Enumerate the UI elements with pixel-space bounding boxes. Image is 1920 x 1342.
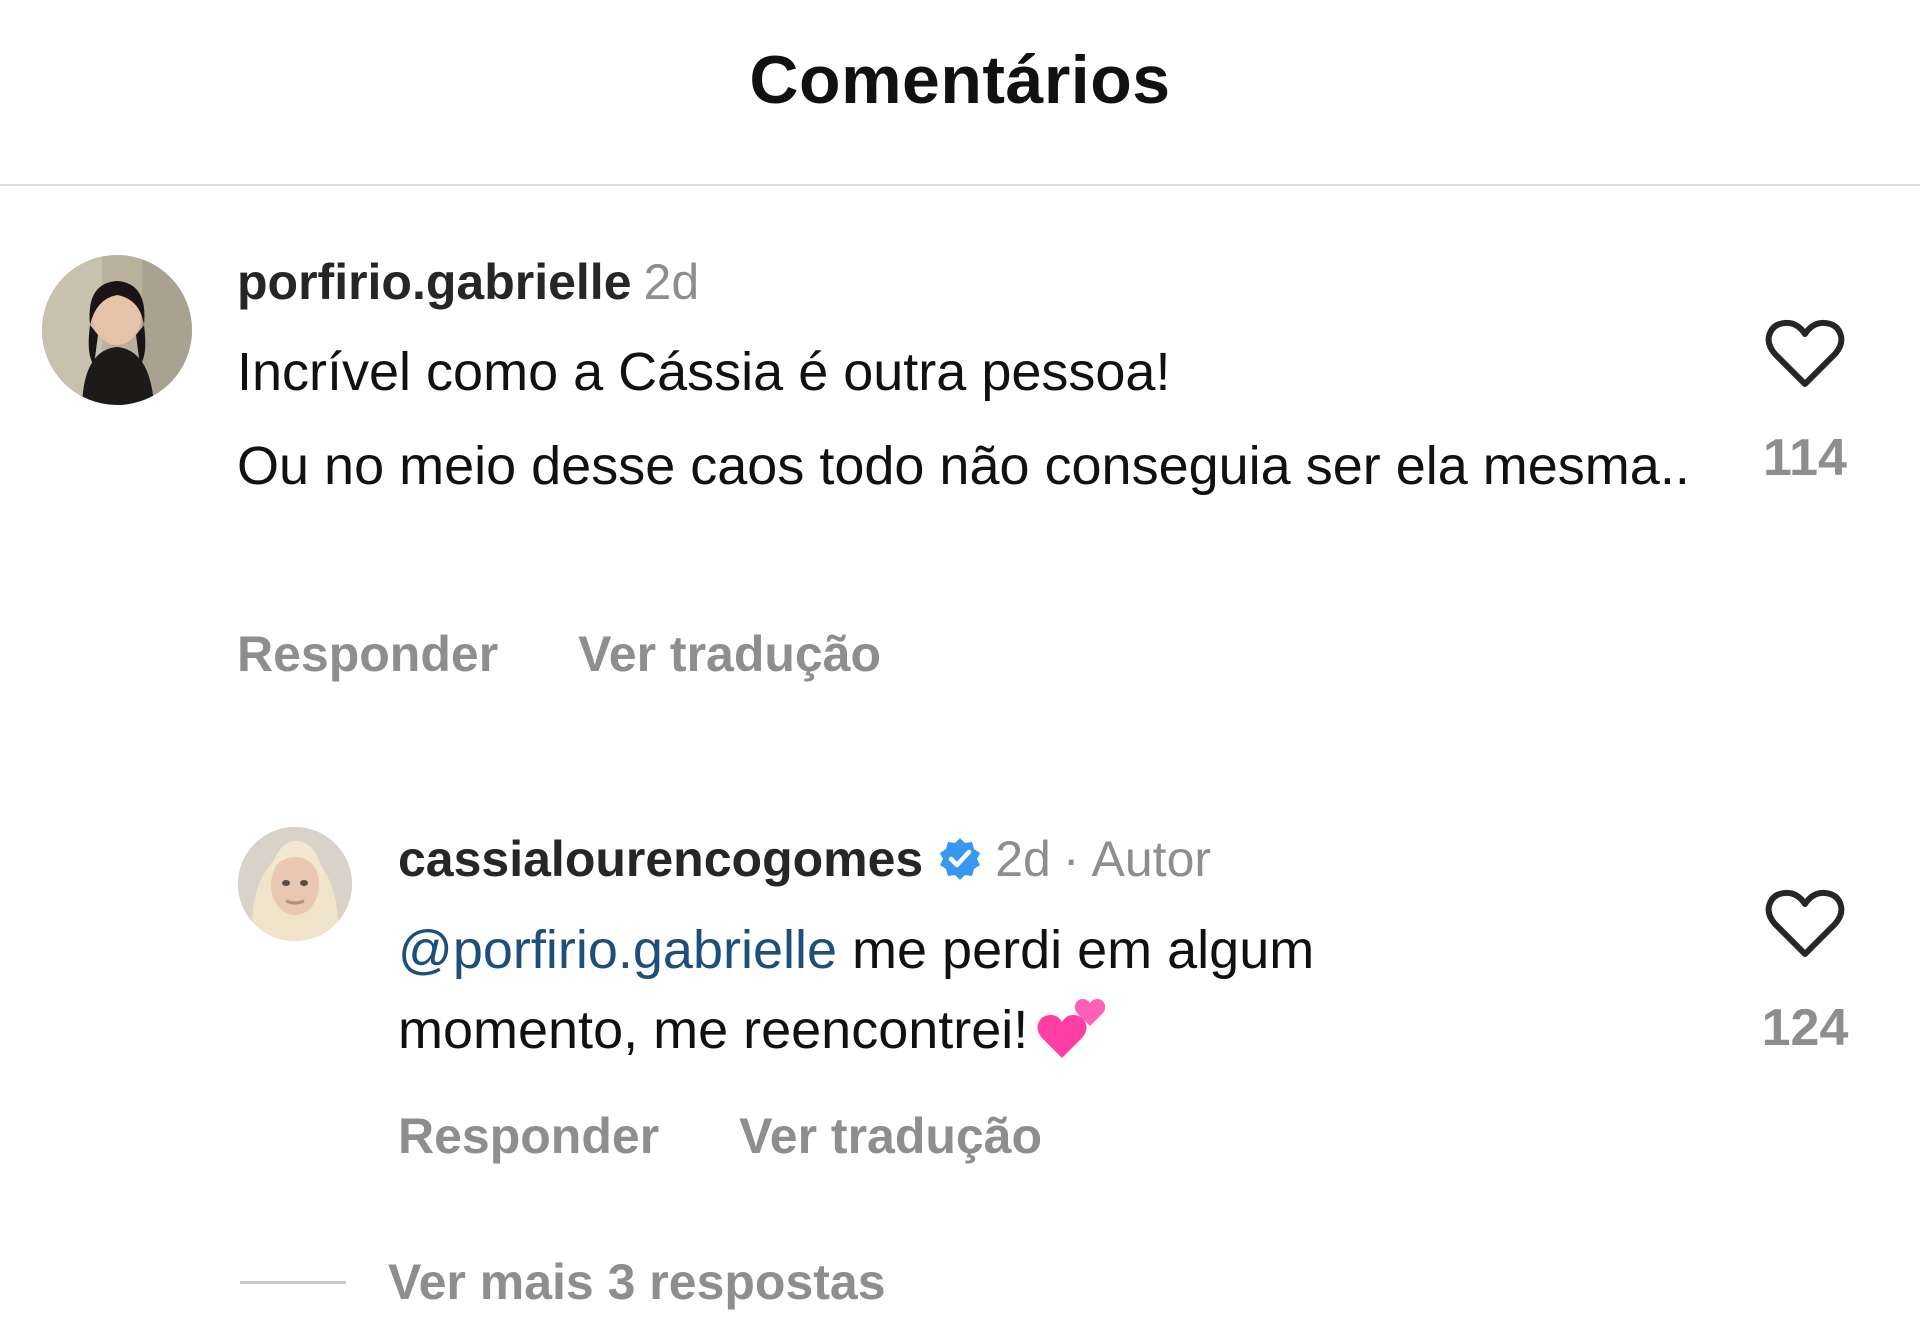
- author-label: Autor: [1091, 831, 1212, 887]
- header: Comentários: [0, 0, 1920, 186]
- separator: ·: [1062, 831, 1080, 887]
- reply-actions: Responder Ver tradução: [398, 1107, 1042, 1165]
- comment-text: Incrível como a Cássia é outra pessoa! O…: [237, 334, 1697, 504]
- translate-button[interactable]: Ver tradução: [739, 1108, 1042, 1164]
- reply-meta: cassialourencogomes 2d · Autor: [398, 830, 1211, 888]
- divider-line: [240, 1280, 346, 1284]
- view-more-replies[interactable]: Ver mais 3 respostas: [240, 1252, 886, 1312]
- view-more-replies-label[interactable]: Ver mais 3 respostas: [388, 1253, 886, 1311]
- heart-icon[interactable]: [1765, 318, 1845, 390]
- timestamp: 2d: [643, 254, 700, 310]
- reply-text: @porfirio.gabrielle me perdi em algum mo…: [398, 912, 1718, 1068]
- comments-screen: Comentários porfirio.gabrielle 2d Incríve…: [0, 0, 1920, 1342]
- comment-actions: Responder Ver tradução: [237, 625, 881, 683]
- translate-button[interactable]: Ver tradução: [578, 626, 881, 682]
- like-column: 114: [1735, 318, 1875, 488]
- like-count: 114: [1763, 429, 1847, 487]
- like-count: 124: [1761, 999, 1849, 1057]
- comment-line: Ou no meio desse caos todo não conseguia…: [237, 436, 1690, 496]
- avatar[interactable]: [238, 827, 352, 941]
- two-hearts-emoji-icon: [1037, 999, 1106, 1058]
- verified-badge-icon: [940, 838, 981, 880]
- avatar[interactable]: [42, 255, 192, 405]
- reply-line: momento, me reencontrei!: [398, 988, 1718, 1068]
- heart-icon[interactable]: [1765, 888, 1845, 960]
- avatar-image-icon: [42, 255, 192, 405]
- username[interactable]: porfirio.gabrielle: [237, 254, 632, 310]
- like-column: 124: [1735, 888, 1875, 1058]
- comment-meta: porfirio.gabrielle 2d: [237, 253, 699, 311]
- mention-link[interactable]: @porfirio.gabrielle: [398, 920, 837, 980]
- reply-button[interactable]: Responder: [237, 626, 498, 682]
- comment-line: Incrível como a Cássia é outra pessoa!: [237, 342, 1171, 402]
- avatar-image-icon: [238, 827, 352, 941]
- reply-text-part: momento, me reencontrei!: [398, 1000, 1029, 1060]
- reply-button[interactable]: Responder: [398, 1108, 659, 1164]
- reply-text-part: me perdi em algum: [837, 920, 1315, 980]
- timestamp: 2d: [995, 831, 1051, 887]
- page-title: Comentários: [749, 42, 1171, 118]
- username[interactable]: cassialourencogomes: [398, 831, 923, 887]
- reply-line: @porfirio.gabrielle me perdi em algum: [398, 912, 1718, 988]
